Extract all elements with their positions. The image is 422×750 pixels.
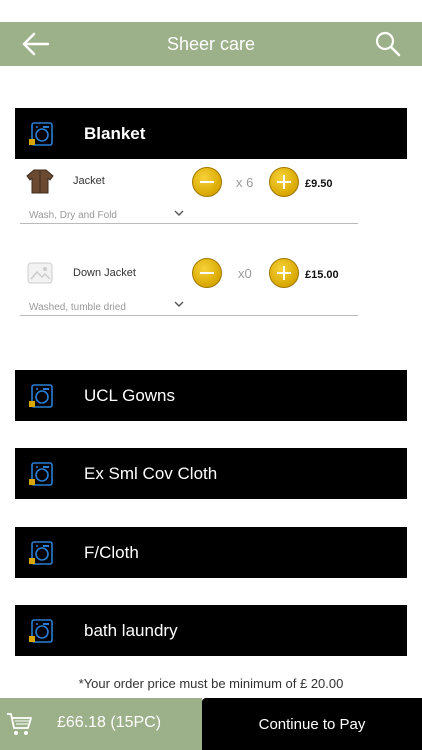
category-ex-sml-cov-cloth[interactable]: Ex Sml Cov Cloth — [15, 448, 407, 499]
divider — [20, 223, 358, 224]
category-label: Blanket — [84, 123, 146, 143]
search-icon[interactable] — [374, 30, 402, 58]
image-placeholder-icon — [27, 262, 53, 284]
minimum-order-note: *Your order price must be minimum of £ 2… — [78, 676, 344, 691]
status-bar — [0, 0, 422, 22]
category-blanket[interactable]: Blanket — [15, 108, 407, 159]
shopping-cart-icon — [7, 713, 32, 735]
cart-total: £66.18 (15PC) — [57, 714, 162, 731]
checkout-footer: £66.18 (15PC) Continue to Pay — [0, 698, 422, 750]
continue-to-pay-button[interactable]: Continue to Pay — [202, 698, 422, 750]
item-price: £9.50 — [305, 178, 333, 190]
back-arrow-icon[interactable] — [20, 30, 52, 58]
washing-machine-icon — [29, 619, 53, 643]
washing-machine-icon — [29, 541, 53, 565]
washing-machine-icon — [29, 122, 53, 146]
increase-quantity-button[interactable] — [269, 258, 299, 288]
category-f-cloth[interactable]: F/Cloth — [15, 527, 407, 578]
category-label: Ex Sml Cov Cloth — [84, 463, 218, 483]
category-label: bath laundry — [84, 620, 178, 640]
item-price: £15.00 — [305, 269, 339, 281]
decrease-quantity-button[interactable] — [192, 258, 222, 288]
app-header: Sheer care — [0, 22, 422, 66]
increase-quantity-button[interactable] — [269, 167, 299, 197]
quantity-value: x 6 — [236, 175, 254, 190]
category-ucl-gowns[interactable]: UCL Gowns — [15, 370, 407, 421]
cart-summary[interactable]: £66.18 (15PC) — [0, 698, 202, 750]
chevron-down-icon[interactable] — [174, 300, 184, 308]
item-name: Jacket — [73, 175, 105, 187]
jacket-thumbnail-icon — [26, 169, 54, 194]
washing-machine-icon — [29, 384, 53, 408]
quantity-value: x0 — [238, 266, 252, 281]
category-bath-laundry[interactable]: bath laundry — [15, 605, 407, 656]
page-title: Sheer care — [166, 33, 256, 54]
item-name: Down Jacket — [73, 267, 136, 279]
service-select[interactable]: Washed, tumble dried — [29, 302, 126, 313]
category-label: F/Cloth — [84, 542, 139, 562]
washing-machine-icon — [29, 462, 53, 486]
divider — [20, 315, 358, 316]
decrease-quantity-button[interactable] — [192, 167, 222, 197]
service-select[interactable]: Wash, Dry and Fold — [29, 210, 117, 221]
category-label: UCL Gowns — [84, 385, 176, 405]
chevron-down-icon[interactable] — [174, 209, 184, 217]
